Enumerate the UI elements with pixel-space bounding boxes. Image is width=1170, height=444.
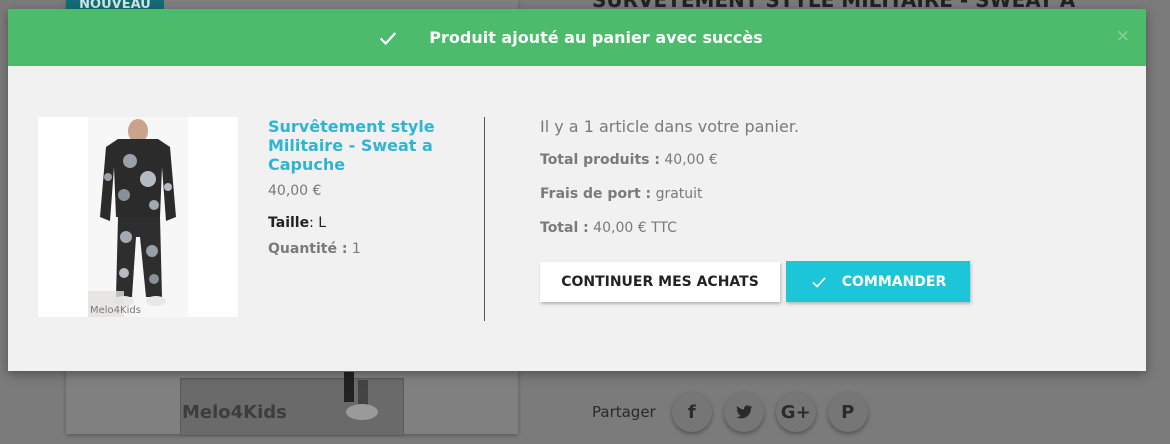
facebook-share-button[interactable]: f [671,392,712,432]
total-products-line: Total produits : 40,00 € [540,152,799,168]
pinterest-share-button[interactable]: P [827,392,868,432]
check-icon [380,31,397,45]
total-line: Total : 40,00 € TTC [540,220,799,236]
shipping-value: gratuit [651,186,703,202]
tracksuit-image: Melo4Kids [88,117,188,317]
close-icon[interactable]: × [1116,26,1130,46]
background-shoe-image [344,372,378,420]
total-value: 40,00 € TTC [588,220,677,236]
modal-header: Produit ajouté au panier avec succès × [8,9,1146,66]
modal-title: Produit ajouté au panier avec succès [429,28,763,47]
background-watermark: Melo4Kids [182,402,287,423]
total-products-label: Total produits : [540,152,660,168]
quantity-label: Quantité : [268,241,348,257]
product-image: Melo4Kids [38,117,238,317]
check-icon [812,276,826,288]
shipping-line: Frais de port : gratuit [540,186,799,202]
add-to-cart-modal: Produit ajouté au panier avec succès × M… [8,9,1146,371]
size-label: Taille [268,215,310,231]
share-bar: Partager f G+ P [592,392,868,432]
share-label: Partager [592,403,656,421]
twitter-icon [735,405,753,419]
cart-count-text: Il y a 1 article dans votre panier. [540,117,800,136]
quantity-value: 1 [347,241,361,257]
order-button-label: COMMANDER [841,273,947,290]
facebook-icon: f [687,401,696,423]
total-products-value: 40,00 € [659,152,718,168]
product-info: Survêtement style Militaire - Sweat a Ca… [268,117,468,257]
google-plus-share-button[interactable]: G+ [775,392,816,432]
cart-summary: Il y a 1 article dans votre panier. Tota… [540,117,799,254]
total-label: Total : [540,220,589,236]
shipping-label: Frais de port : [540,186,652,202]
product-name: Survêtement style Militaire - Sweat a Ca… [268,117,435,174]
pinterest-icon: P [841,401,855,423]
twitter-share-button[interactable] [723,392,764,432]
divider [484,117,485,321]
order-button[interactable]: COMMANDER [786,261,970,302]
product-quantity: Quantité : 1 [268,241,468,257]
size-value: : L [309,215,327,231]
google-plus-icon: G+ [780,401,811,423]
continue-shopping-button[interactable]: CONTINUER MES ACHATS [540,262,780,302]
product-size: Taille: L [268,215,468,231]
image-watermark: Melo4Kids [90,305,141,316]
product-price: 40,00 € [268,183,322,199]
